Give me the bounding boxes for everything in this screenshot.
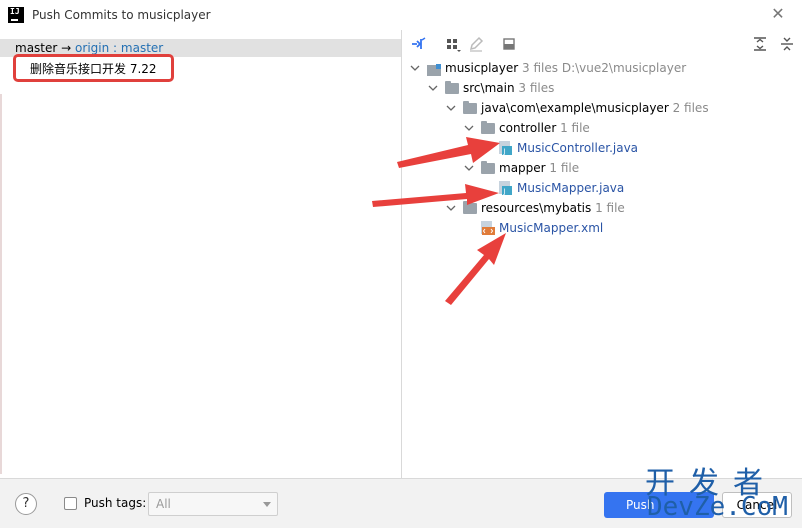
chevron-down-icon[interactable]	[446, 103, 456, 113]
folder-icon	[445, 81, 459, 94]
pin-icon[interactable]	[409, 35, 427, 53]
chevron-down-icon[interactable]	[428, 83, 438, 93]
push-button[interactable]: Push	[604, 492, 714, 518]
file-count: 3 files	[522, 61, 559, 75]
file-count: 3 files	[518, 81, 555, 95]
diff-icon[interactable]	[500, 35, 518, 53]
branch-label: master → origin : master	[15, 41, 163, 55]
tree-row-src-main[interactable]: src\main 3 files	[402, 78, 802, 98]
chevron-down-icon[interactable]	[410, 63, 420, 73]
chevron-down-icon[interactable]	[464, 163, 474, 173]
svg-text:J: J	[503, 148, 506, 156]
file-name: MusicMapper.java	[517, 181, 625, 195]
changes-pane: musicplayer 3 files D:\vue2\musicplayer …	[402, 30, 802, 478]
tree-row-music-controller[interactable]: J MusicController.java	[402, 138, 802, 158]
window-title: Push Commits to musicplayer	[32, 8, 211, 22]
tree-label: musicplayer	[445, 61, 519, 75]
push-tags-checkbox[interactable]	[64, 497, 77, 510]
remote-separator: :	[113, 41, 118, 55]
commits-pane: master → origin : master 删除音乐接口开发 7.22	[0, 30, 401, 478]
push-tags-label: Push tags:	[84, 496, 147, 510]
title-bar: IJ Push Commits to musicplayer ✕	[0, 0, 802, 32]
tree-row-musicplayer[interactable]: musicplayer 3 files D:\vue2\musicplayer	[402, 58, 802, 78]
module-icon	[427, 62, 441, 76]
remote-name-link[interactable]: origin	[75, 41, 109, 55]
group-by-icon[interactable]	[444, 35, 462, 53]
remote-branch-link[interactable]: master	[121, 41, 163, 55]
changes-toolbar	[402, 30, 802, 58]
tree-label: src\main	[463, 81, 515, 95]
tree-row-package[interactable]: java\com\example\musicplayer 2 files	[402, 98, 802, 118]
folder-icon	[463, 201, 477, 214]
dialog-footer: ? Push tags: All Push Cancel	[0, 478, 802, 528]
chevron-down-icon[interactable]	[464, 123, 474, 133]
xml-file-icon	[481, 221, 495, 235]
java-file-icon: J	[499, 141, 512, 155]
module-path: D:\vue2\musicplayer	[561, 61, 687, 75]
file-count: 1 file	[560, 121, 590, 135]
svg-text:J: J	[503, 188, 506, 196]
tree-row-music-mapper-java[interactable]: J MusicMapper.java	[402, 178, 802, 198]
file-count: 1 file	[549, 161, 580, 175]
local-branch: master	[15, 41, 58, 55]
chevron-down-icon	[263, 502, 271, 507]
annotation-highlight-box	[13, 54, 174, 82]
chevron-down-icon[interactable]	[446, 203, 456, 213]
tree-label: java\com\example\musicplayer	[481, 101, 669, 115]
java-file-icon: J	[499, 181, 512, 195]
tree-row-mapper[interactable]: mapper 1 file	[402, 158, 802, 178]
file-name: MusicController.java	[517, 141, 639, 155]
edit-icon[interactable]	[467, 35, 485, 53]
help-button[interactable]: ?	[15, 493, 37, 515]
tags-select[interactable]: All	[148, 492, 278, 516]
file-name: MusicMapper.xml	[499, 221, 604, 235]
folder-icon	[481, 121, 495, 134]
tree-row-controller[interactable]: controller 1 file	[402, 118, 802, 138]
file-count: 2 files	[672, 101, 709, 115]
folder-icon	[481, 161, 495, 174]
tree-label: resources\mybatis	[481, 201, 592, 215]
tree-label: controller	[499, 121, 557, 135]
expand-all-icon[interactable]	[751, 35, 769, 53]
tree-label: mapper	[499, 161, 546, 175]
close-icon[interactable]: ✕	[769, 5, 787, 23]
file-count: 1 file	[595, 201, 625, 215]
cancel-button[interactable]: Cancel	[722, 492, 792, 518]
tags-select-value: All	[156, 497, 171, 511]
tree-row-resources[interactable]: resources\mybatis 1 file	[402, 198, 802, 218]
tree-row-music-mapper-xml[interactable]: MusicMapper.xml	[402, 218, 802, 238]
push-arrow: →	[61, 41, 72, 55]
left-edge-strip	[0, 94, 2, 474]
collapse-all-icon[interactable]	[778, 35, 796, 53]
folder-icon	[463, 101, 477, 114]
intellij-app-icon: IJ	[8, 7, 24, 23]
